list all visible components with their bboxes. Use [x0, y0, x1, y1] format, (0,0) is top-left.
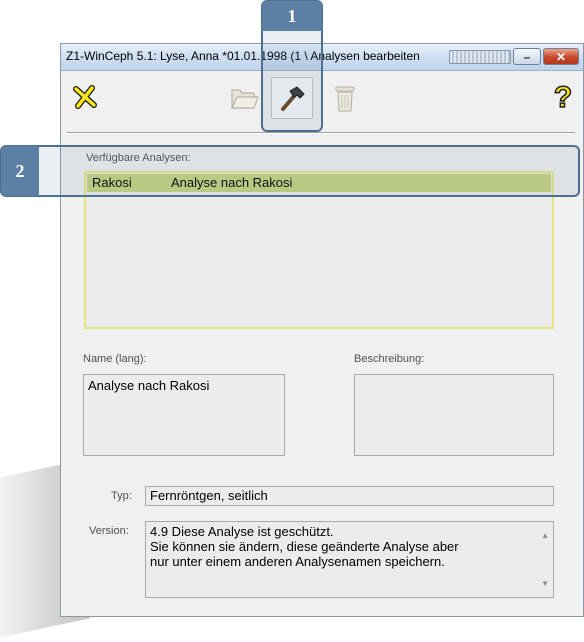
version-line: nur unter einem anderen Analysenamen spe… — [150, 554, 445, 569]
type-label: Typ: — [111, 490, 132, 502]
scroll-up-icon[interactable]: ▲ — [541, 528, 549, 543]
trash-icon — [335, 86, 355, 112]
title-grip — [449, 50, 511, 64]
version-line: Sie können sie ändern, diese geänderte A… — [150, 539, 459, 554]
folder-open-icon — [231, 89, 259, 109]
type-field[interactable]: Fernröntgen, seitlich — [145, 486, 554, 506]
callout-2-badge: 2 — [1, 146, 39, 196]
scroll-down-icon[interactable]: ▼ — [541, 576, 549, 591]
name-field[interactable]: Analyse nach Rakosi — [83, 374, 285, 456]
version-field[interactable]: 4.9 Diese Analyse ist geschützt. Sie kön… — [145, 521, 554, 598]
minimize-button[interactable]: – — [513, 48, 541, 65]
svg-text:?: ? — [554, 81, 572, 112]
exit-x-icon — [73, 85, 97, 109]
open-button[interactable] — [227, 81, 261, 115]
help-question-icon: ? — [553, 80, 573, 112]
version-label: Version: — [89, 525, 129, 537]
exit-button[interactable] — [69, 81, 101, 113]
callout-1-badge: 1 — [262, 1, 322, 31]
description-label: Beschreibung: — [354, 353, 425, 365]
name-label: Name (lang): — [83, 353, 147, 365]
description-field[interactable] — [354, 374, 554, 456]
delete-button[interactable] — [331, 81, 359, 115]
version-line: 4.9 Diese Analyse ist geschützt. — [150, 524, 334, 539]
close-button[interactable]: ✕ — [543, 48, 579, 65]
toolbar-separator — [67, 132, 575, 134]
help-button[interactable]: ? — [547, 79, 579, 113]
callout-2-frame — [0, 145, 580, 197]
